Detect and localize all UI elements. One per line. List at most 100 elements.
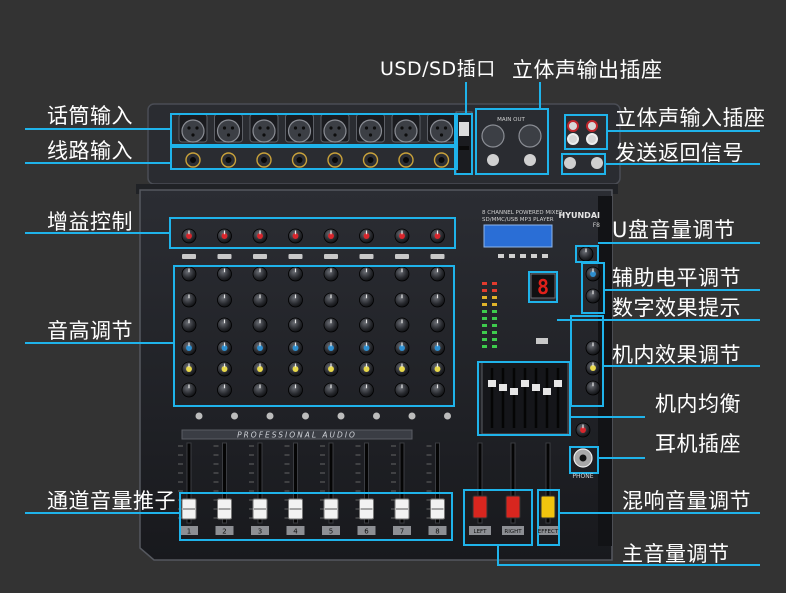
- pad-switch: [288, 254, 303, 259]
- vu-led: [492, 282, 497, 285]
- xlr-pin: [293, 126, 298, 130]
- eq-slider-cap: [554, 380, 562, 387]
- xlr-jack: [323, 119, 347, 143]
- xlr-pin: [372, 126, 377, 130]
- usb-sd-slot-label: USD/SD插口: [380, 58, 496, 80]
- xlr-pin: [329, 126, 333, 130]
- line-jack-hole: [261, 157, 267, 163]
- main-out-xlr-left: [481, 124, 505, 148]
- side-trim: [598, 196, 612, 546]
- master-fader-label: RIGHT: [504, 529, 522, 535]
- channel-number: 4: [293, 528, 298, 536]
- vu-led: [492, 331, 497, 334]
- vu-led: [492, 303, 497, 306]
- channel-number: 8: [435, 528, 439, 536]
- send-return-label: 发送返回信号: [615, 141, 744, 165]
- usb-sd-module: [455, 111, 473, 175]
- xlr-pin: [368, 133, 373, 137]
- player-button: [520, 254, 526, 258]
- channel-number: 6: [364, 528, 369, 536]
- pfl-button: [444, 412, 451, 420]
- channel-number: 5: [329, 528, 333, 536]
- line-jack-hole: [367, 157, 374, 163]
- gain-control-label: 增益控制: [47, 210, 133, 234]
- player-button: [542, 254, 548, 258]
- channel-number: 3: [258, 528, 262, 536]
- aux-level-label: 辅助电平调节: [612, 266, 741, 290]
- channel-faders-label: 通道音量推子: [47, 489, 176, 513]
- vu-led: [482, 317, 487, 320]
- master-fader-label: LEFT: [474, 529, 488, 535]
- xlr-pin: [443, 126, 448, 130]
- brand-text: HYUNDAI: [559, 211, 601, 220]
- line-jack-hole: [438, 157, 445, 163]
- pfl-button: [195, 412, 203, 420]
- main-out-xlr-right: [518, 124, 542, 148]
- vu-led: [482, 289, 487, 292]
- pfl-button: [408, 412, 416, 420]
- vu-led: [482, 296, 487, 299]
- usb-port: [459, 122, 469, 136]
- headphone-jack-hole: [579, 454, 587, 462]
- xlr-jack: [358, 119, 383, 143]
- channel-number: 7: [400, 528, 404, 536]
- xlr-jack: [216, 119, 241, 143]
- master-volume-label: 主音量调节: [622, 542, 730, 566]
- vu-led: [492, 345, 497, 348]
- pfl-button: [373, 412, 380, 420]
- xlr-pin: [222, 126, 227, 130]
- stereo-input-label: 立体声输入插座: [615, 106, 766, 130]
- pad-switch: [324, 254, 338, 259]
- xlr-pin: [337, 126, 341, 130]
- phone-text: PHONE: [572, 473, 593, 480]
- pfl-button: [337, 412, 345, 420]
- pfl-button: [231, 412, 238, 420]
- vu-led: [482, 338, 487, 341]
- digital-effect-display-label: 数字效果提示: [612, 296, 741, 320]
- master-fader-cap: [505, 495, 521, 519]
- stereo-output-label: 立体声输出插座: [512, 58, 663, 82]
- send-jack: [564, 157, 576, 169]
- mixer-diagram: 1 2 3 4 5 6 7 8 PROFESSIONAL AUDIO 8 PHONE LEFT RIGH…: [0, 0, 786, 593]
- player-button: [531, 254, 537, 258]
- sd-slot: [459, 146, 469, 150]
- xlr-jack: [287, 119, 312, 143]
- xlr-pin: [266, 126, 270, 130]
- vu-led: [482, 324, 487, 327]
- xlr-jack: [429, 119, 454, 143]
- vu-led: [482, 310, 487, 313]
- vu-led: [482, 331, 487, 334]
- xlr-jack: [181, 119, 205, 143]
- eq-slider-cap: [521, 380, 529, 387]
- headphone-jack-label: 耳机插座: [655, 432, 741, 456]
- master-fader-cap: [472, 495, 488, 519]
- line-input-label: 线路输入: [47, 139, 133, 163]
- effect-button: [536, 338, 548, 344]
- reverb-volume-label: 混响音量调节: [622, 489, 751, 513]
- pfl-button: [302, 412, 309, 420]
- vu-led: [492, 310, 497, 313]
- line-jack-hole: [225, 157, 232, 163]
- player-button: [498, 254, 504, 258]
- channel-number: 1: [187, 528, 191, 536]
- vu-led: [482, 345, 487, 348]
- eq-slider-cap: [532, 384, 540, 391]
- xlr-pin: [364, 126, 369, 130]
- internal-eq-label: 机内均衡: [655, 392, 741, 416]
- xlr-pin: [262, 133, 266, 137]
- xlr-pin: [404, 133, 408, 137]
- lcd-screen: [483, 224, 553, 248]
- main-out-jack-right: [524, 154, 536, 166]
- vu-led: [492, 289, 497, 292]
- pad-switch: [253, 254, 267, 259]
- eq-slider-cap: [543, 388, 551, 395]
- usb-volume-label: U盘音量调节: [612, 218, 736, 242]
- internal-effect-label: 机内效果调节: [612, 343, 741, 367]
- line-jack-hole: [190, 157, 196, 163]
- pad-switch: [430, 254, 445, 259]
- pad-switch: [182, 254, 196, 259]
- channel-number: 2: [222, 528, 226, 536]
- line-jack-hole: [403, 157, 409, 163]
- xlr-pin: [435, 126, 440, 130]
- subtitle-2-text: SD/MMC/USB MP3 PLAYER: [482, 217, 554, 223]
